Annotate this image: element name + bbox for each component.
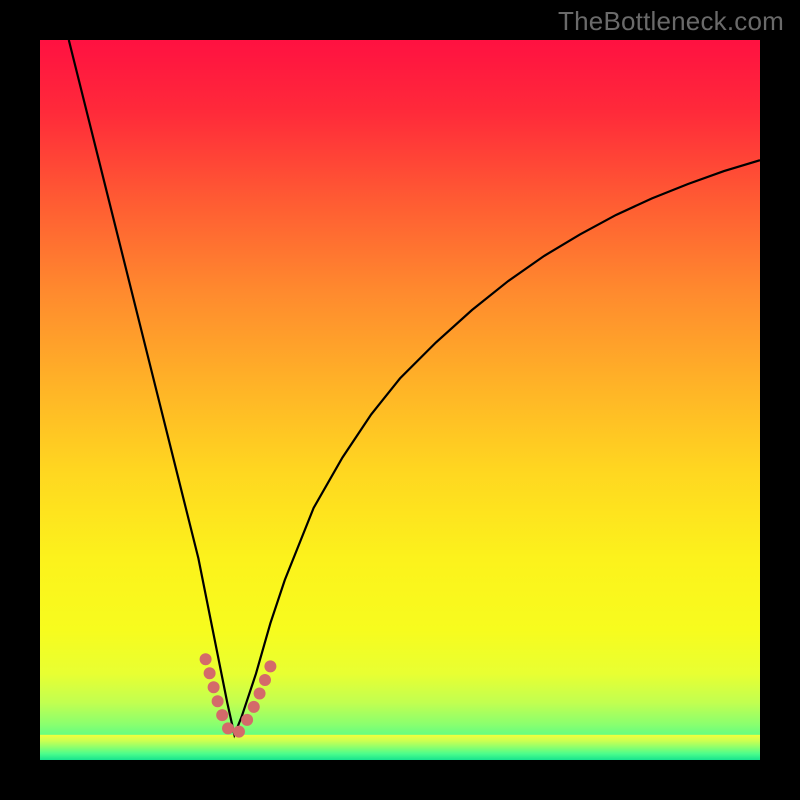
plot-curves	[40, 40, 760, 760]
bottleneck-curve	[69, 40, 760, 735]
watermark-text: TheBottleneck.com	[558, 6, 784, 37]
plot-area	[40, 40, 760, 760]
